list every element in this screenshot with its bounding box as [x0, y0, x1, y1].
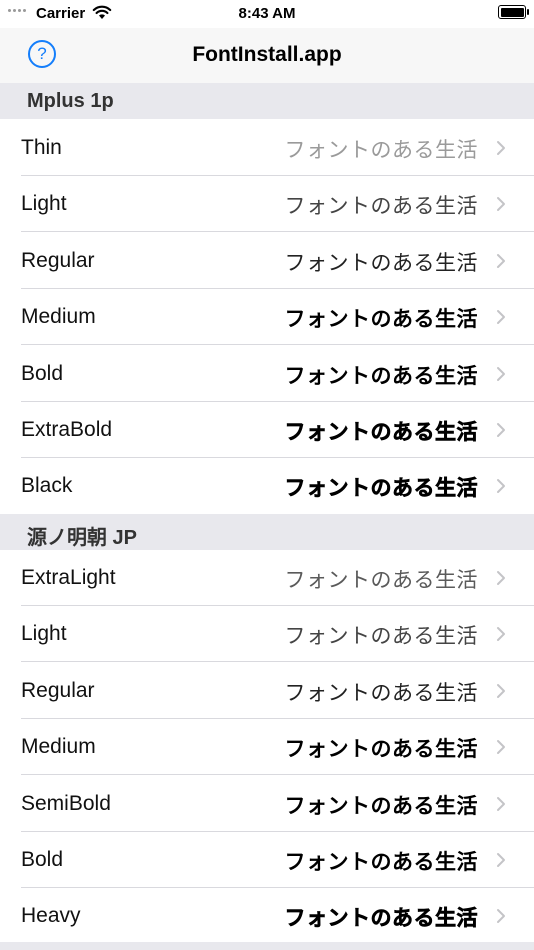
font-weight-name: Medium [21, 305, 96, 329]
font-sample-text: フォントのある生活 [284, 476, 478, 501]
font-sample-text: フォントのある生活 [284, 568, 478, 592]
font-row[interactable]: SemiBold フォントのある生活 [0, 775, 534, 832]
chevron-right-icon [497, 740, 505, 755]
font-row[interactable]: Black フォントのある生活 [0, 458, 534, 515]
font-row[interactable]: Regular フォントのある生活 [0, 662, 534, 719]
font-weight-name: Black [21, 474, 73, 498]
section-title: Mplus 1p [27, 90, 114, 112]
font-row[interactable]: Bold フォントのある生活 [0, 345, 534, 402]
chevron-right-icon [497, 366, 505, 381]
font-weight-name: Light [21, 622, 67, 646]
font-sample-text: フォントのある生活 [284, 905, 478, 931]
section-title: 源ノ明朝 JP [27, 527, 138, 549]
font-sample-text: フォントのある生活 [284, 194, 478, 219]
chevron-right-icon [497, 253, 505, 268]
font-row[interactable]: Medium フォントのある生活 [0, 719, 534, 776]
chevron-right-icon [497, 796, 505, 811]
font-sample-text: フォントのある生活 [284, 363, 478, 388]
font-weight-name: SemiBold [21, 791, 111, 815]
font-sample-text: フォントのある生活 [284, 680, 478, 705]
section-header: 源ノ明朝 JP [0, 514, 534, 550]
section-header: Mplus 1p [0, 83, 534, 119]
nav-title: FontInstall.app [192, 43, 342, 66]
status-bar: Carrier 8:43 AM [0, 0, 534, 28]
font-row[interactable]: ExtraLight フォントのある生活 [0, 550, 534, 606]
font-weight-name: Heavy [21, 904, 81, 928]
font-row[interactable]: Bold フォントのある生活 [0, 832, 534, 888]
chevron-right-icon [497, 141, 505, 155]
font-sample-text: フォントのある生活 [284, 420, 478, 445]
chevron-right-icon [497, 197, 505, 212]
font-weight-name: Light [21, 192, 67, 216]
navigation-bar: ? FontInstall.app [0, 28, 534, 84]
font-sample-text: フォントのある生活 [284, 250, 478, 275]
font-weight-name: ExtraBold [21, 418, 113, 441]
font-row[interactable]: Thin フォントのある生活 [0, 120, 534, 176]
chevron-right-icon [497, 423, 505, 437]
font-weight-name: Regular [21, 248, 95, 272]
chevron-right-icon [497, 909, 505, 924]
font-row[interactable]: Light フォントのある生活 [0, 606, 534, 663]
section-footer [0, 942, 534, 950]
font-weight-name: Bold [21, 361, 64, 385]
font-row[interactable]: ExtraBold フォントのある生活 [0, 402, 534, 458]
chevron-right-icon [497, 627, 505, 642]
font-sample-text: フォントのある生活 [284, 849, 478, 874]
chevron-right-icon [497, 683, 505, 698]
font-sample-text: フォントのある生活 [284, 736, 478, 762]
font-row[interactable]: Light フォントのある生活 [0, 176, 534, 233]
font-row[interactable]: Medium フォントのある生活 [0, 289, 534, 346]
chevron-right-icon [497, 479, 505, 494]
font-weight-name: ExtraLight [21, 566, 116, 589]
font-sample-text: フォントのある生活 [284, 624, 478, 649]
font-sample-text: フォントのある生活 [284, 307, 478, 332]
status-time: 8:43 AM [238, 5, 296, 22]
chevron-right-icon [497, 310, 505, 325]
battery-icon [498, 5, 529, 19]
font-sample-text: フォントのある生活 [284, 138, 478, 162]
font-row[interactable]: Heavy フォントのある生活 [0, 888, 534, 945]
font-weight-name: Regular [21, 678, 95, 702]
font-weight-name: Bold [21, 848, 64, 871]
chevron-right-icon [497, 571, 505, 585]
font-weight-name: Medium [21, 735, 96, 759]
chevron-right-icon [497, 853, 505, 867]
font-sample-text: フォントのある生活 [284, 792, 478, 818]
font-row[interactable]: Regular フォントのある生活 [0, 232, 534, 289]
font-weight-name: Thin [21, 136, 62, 159]
